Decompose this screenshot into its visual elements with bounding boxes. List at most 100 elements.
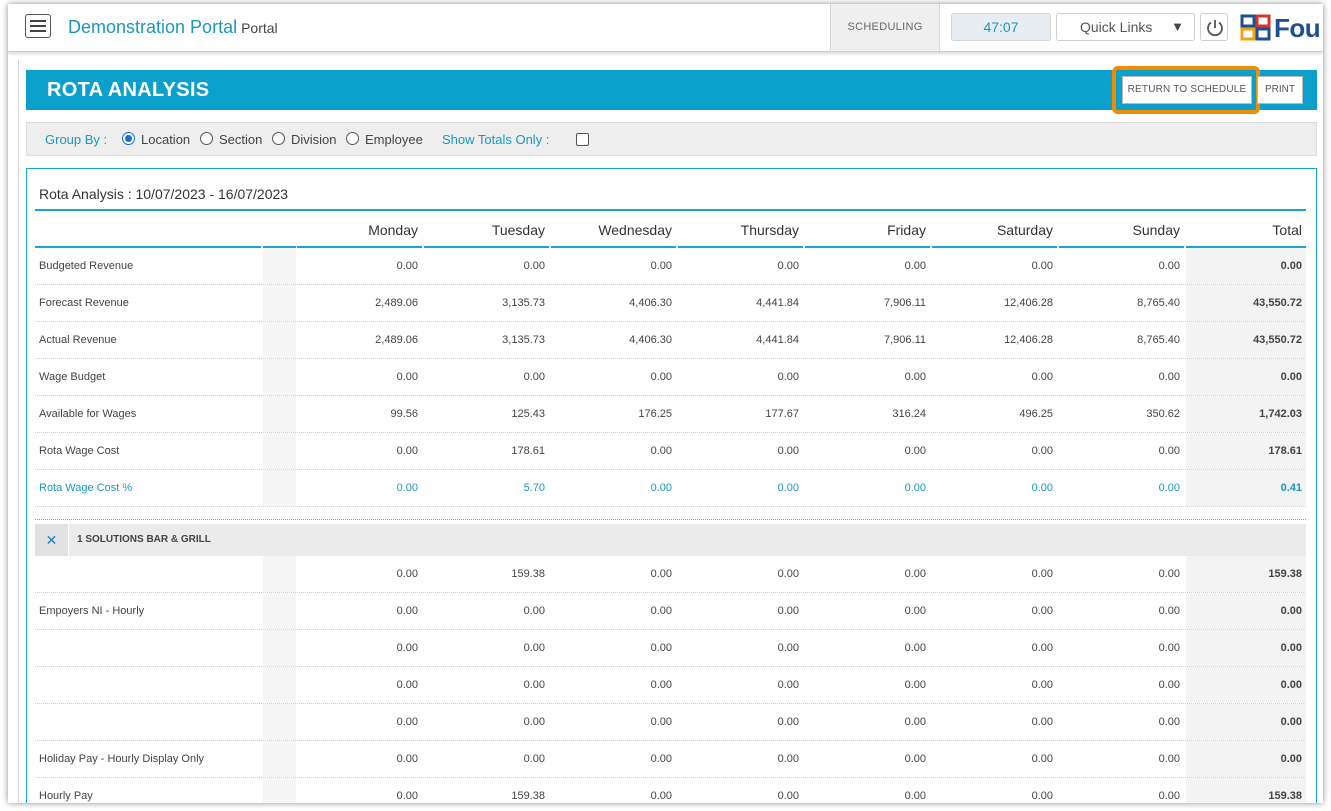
value-cell: 4,441.84 (756, 297, 799, 309)
total-cell: 178.61 (1186, 433, 1306, 469)
return-to-schedule-button[interactable]: RETURN TO SCHEDULE (1122, 76, 1252, 104)
table-row: Holiday Pay - Hourly Display Only 0.00 0.0… (35, 741, 1306, 778)
show-totals-checkbox[interactable] (576, 133, 589, 146)
value-cell: 0.00 (523, 716, 545, 728)
power-icon (1207, 20, 1223, 37)
total-cell: 0.00 (1186, 248, 1306, 284)
value-cell: 0.00 (1158, 642, 1180, 654)
value-cell: 0.00 (650, 568, 672, 580)
row-label: Budgeted Revenue (39, 260, 134, 272)
quick-links-dropdown[interactable]: Quick Links ▼ (1056, 13, 1195, 41)
value-cell: 0.00 (777, 679, 799, 691)
value-cell: 0.00 (396, 753, 418, 765)
value-cell: 0.00 (1158, 445, 1180, 457)
value-cell: 177.67 (765, 408, 799, 420)
header-spacer-cell (263, 213, 296, 248)
row-spacer (263, 741, 296, 777)
value-cell: 0.00 (904, 679, 926, 691)
radio-location-label[interactable]: Location (141, 132, 190, 147)
value-cell: 159.38 (511, 568, 545, 580)
value-cell: 0.00 (1031, 716, 1053, 728)
table-row: Budgeted Revenue 0.00 0.00 0.00 0.00 0.00 0.00… (35, 248, 1306, 285)
row-spacer (263, 593, 296, 629)
value-cell: 0.00 (1031, 568, 1053, 580)
total-cell: 0.41 (1186, 470, 1306, 506)
value-cell: 7,906.11 (883, 334, 926, 346)
value-cell: 0.00 (777, 642, 799, 654)
row-spacer (263, 359, 296, 395)
row-label: Empoyers NI - Hourly (39, 605, 145, 617)
value-cell: 0.00 (396, 642, 418, 654)
column-header-saturday: Saturday (932, 213, 1057, 248)
column-header-tuesday: Tuesday (424, 213, 549, 248)
radio-employee-label[interactable]: Employee (365, 132, 423, 147)
value-cell: 0.00 (396, 679, 418, 691)
header-label-cell (35, 213, 261, 248)
value-cell: 0.00 (1031, 260, 1053, 272)
value-cell: 0.00 (1158, 568, 1180, 580)
value-cell: 0.00 (396, 790, 418, 802)
value-cell: 4,441.84 (756, 334, 799, 346)
value-cell: 0.00 (396, 371, 418, 383)
power-button[interactable] (1200, 13, 1228, 41)
total-cell: 1,742.03 (1186, 396, 1306, 432)
radio-section-label[interactable]: Section (219, 132, 262, 147)
table-row: Available for Wages 99.56 125.43 176.25 177.… (35, 396, 1306, 433)
report-title: Rota Analysis : 10/07/2023 - 16/07/2023 (39, 186, 289, 202)
print-button[interactable]: PRINT (1257, 76, 1303, 104)
value-cell: 0.00 (1158, 716, 1180, 728)
row-label (35, 630, 261, 666)
value-cell: 0.00 (1158, 482, 1180, 494)
hamburger-menu-icon[interactable] (25, 14, 51, 38)
row-label: Rota Wage Cost (39, 445, 120, 457)
value-cell: 0.00 (396, 445, 418, 457)
table-row[interactable]: Rota Wage Cost % 0.00 5.70 0.00 0.00 0.00 0.00… (35, 470, 1306, 507)
radio-employee[interactable] (346, 132, 359, 145)
radio-division-label[interactable]: Division (291, 132, 337, 147)
value-cell: 4,406.30 (629, 334, 672, 346)
summary-rows: Budgeted Revenue 0.00 0.00 0.00 0.00 0.00 0.00… (35, 248, 1306, 507)
value-cell: 0.00 (1158, 679, 1180, 691)
value-cell: 3,135.73 (502, 334, 545, 346)
section-title: 1 SOLUTIONS BAR & GRILL (77, 534, 211, 545)
value-cell: 0.00 (904, 371, 926, 383)
value-cell: 0.00 (523, 679, 545, 691)
row-spacer (263, 248, 296, 284)
value-cell: 0.00 (777, 482, 799, 494)
value-cell: 0.00 (523, 753, 545, 765)
table-row: Forecast Revenue 2,489.06 3,135.73 4,406.30… (35, 285, 1306, 322)
value-cell: 0.00 (396, 260, 418, 272)
radio-location[interactable] (122, 132, 135, 145)
value-cell: 0.00 (1158, 260, 1180, 272)
collapse-section-icon[interactable]: ✕ (35, 524, 69, 556)
value-cell: 0.00 (1031, 753, 1053, 765)
value-cell: 0.00 (650, 445, 672, 457)
column-header-thursday: Thursday (678, 213, 803, 248)
app-title[interactable]: Demonstration Portal Portal (68, 17, 278, 38)
table-header-row: Monday Tuesday Wednesday Thursday Friday… (35, 213, 1306, 248)
table-row: Empoyers NI - Hourly 0.00 0.00 0.00 0.00 0.00… (35, 593, 1306, 630)
section-header: ✕ 1 SOLUTIONS BAR & GRILL (35, 524, 1306, 556)
row-label: Wage Budget (39, 371, 106, 383)
value-cell: 4,406.30 (629, 297, 672, 309)
row-label: Rota Wage Cost % (39, 482, 133, 494)
row-spacer (263, 470, 296, 506)
value-cell: 0.00 (523, 371, 545, 383)
total-cell: 0.00 (1186, 704, 1306, 740)
row-spacer (263, 667, 296, 703)
app-subtitle: Portal (241, 20, 278, 36)
radio-division[interactable] (272, 132, 285, 145)
quick-links-label: Quick Links (1080, 19, 1153, 35)
value-cell: 0.00 (904, 716, 926, 728)
tab-scheduling[interactable]: SCHEDULING (830, 4, 940, 51)
value-cell: 0.00 (904, 568, 926, 580)
value-cell: 0.00 (1158, 605, 1180, 617)
table-row: 0.00 0.00 0.00 0.00 0.00 0.00 0.00 0.00 (35, 704, 1306, 741)
value-cell: 350.62 (1146, 408, 1180, 420)
value-cell: 0.00 (1031, 790, 1053, 802)
radio-section[interactable] (200, 132, 213, 145)
value-cell: 0.00 (904, 790, 926, 802)
column-header-total: Total (1186, 213, 1306, 248)
total-cell: 159.38 (1186, 778, 1306, 803)
row-label (35, 556, 261, 592)
